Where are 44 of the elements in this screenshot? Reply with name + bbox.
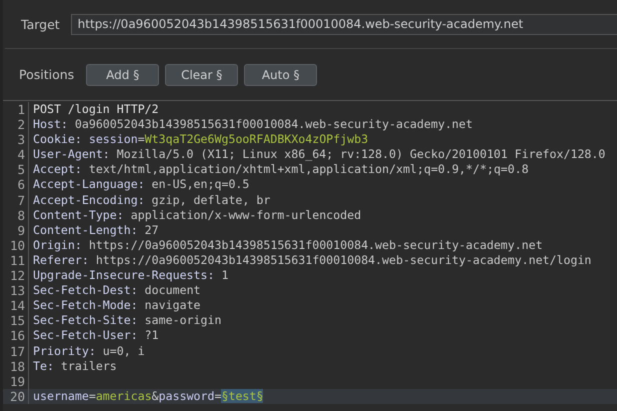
request-line: Origin: https://0a960052043b14398515631f00010084.web-security-academy.net xyxy=(32,238,543,253)
request-line: Priority: u=0, i xyxy=(32,344,145,359)
line-number: 8 xyxy=(3,208,29,223)
request-line: Accept-Language: en-US,en;q=0.5 xyxy=(32,177,250,193)
request-line: Host: 0a960052043b14398515631f00010084.web-security-academy.net xyxy=(32,117,473,132)
request-line: Content-Length: 27 xyxy=(32,222,159,238)
request-line: Upgrade-Insecure-Requests: 1 xyxy=(32,268,228,284)
target-label: Target xyxy=(21,16,60,32)
request-line: Sec-Fetch-Site: same-origin xyxy=(32,313,222,328)
line-number: 15 xyxy=(3,313,29,328)
line-number: 17 xyxy=(3,344,29,359)
line-number: 12 xyxy=(3,268,29,284)
target-url-field[interactable]: https://0a960052043b14398515631f00010084.web-security-academy.net xyxy=(70,14,617,34)
request-line: Cookie: session=Wt3qaT2Ge6Wg5ooRFADBKXo4zOPfjwb3 xyxy=(32,132,368,148)
payload-marker-button[interactable]: Clear § xyxy=(165,64,238,86)
line-number: 5 xyxy=(3,162,29,178)
request-line: Accept-Encoding: gzip, deflate, br xyxy=(32,192,270,208)
line-number: 2 xyxy=(3,117,29,132)
request-line: username=americas&password=§test§ xyxy=(32,388,264,404)
line-number: 14 xyxy=(3,298,29,314)
request-line: Referer: https://0a960052043b14398515631f00010084.web-security-academy.net/login xyxy=(32,252,592,268)
request-line: User-Agent: Mozilla/5.0 (X11; Linux x86_64; rv:128.0) Gecko/20100101 Firefox/128.0 xyxy=(32,147,606,162)
request-line: POST /login HTTP/2 xyxy=(32,102,159,118)
line-number: 4 xyxy=(3,147,29,162)
line-number: 1 xyxy=(3,102,29,118)
request-line: Sec-Fetch-Dest: document xyxy=(32,283,201,298)
line-number: 9 xyxy=(3,222,29,238)
line-number: 7 xyxy=(3,192,29,208)
request-line: Accept: text/html,application/xhtml+xml,application/xml;q=0.9,*/*;q=0.8 xyxy=(32,162,529,178)
line-number: 10 xyxy=(3,238,29,253)
positions-label: Positions xyxy=(19,67,74,82)
payload-marker-button[interactable]: Auto § xyxy=(244,64,318,86)
line-number: 11 xyxy=(3,252,29,268)
payload-marker-button[interactable]: Add § xyxy=(86,64,160,86)
line-number: 3 xyxy=(3,132,29,148)
request-line: Te: trailers xyxy=(32,358,117,374)
line-number: 18 xyxy=(3,358,29,374)
line-number: 20 xyxy=(3,388,29,404)
request-line: Sec-Fetch-User: ?1 xyxy=(32,328,159,344)
line-number: 16 xyxy=(3,328,29,344)
request-line: Sec-Fetch-Mode: navigate xyxy=(32,298,201,314)
line-number: 13 xyxy=(3,283,29,298)
request-line: Content-Type: application/x-www-form-urlencoded xyxy=(32,208,362,223)
line-number: 6 xyxy=(3,177,29,193)
